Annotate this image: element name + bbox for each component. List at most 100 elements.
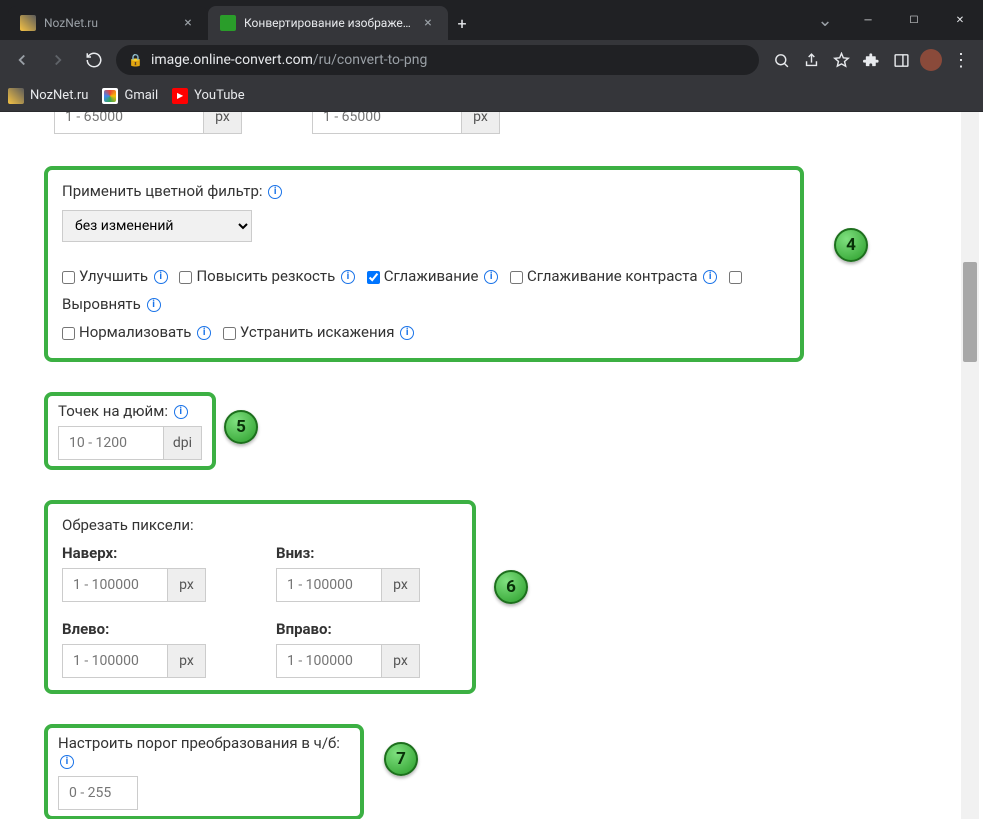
dpi-section: Точек на дюйм: i dpi 5 [44,392,919,470]
dpi-label: Точек на дюйм: i [58,402,202,420]
close-icon[interactable]: × [420,15,436,31]
width-field[interactable] [54,112,204,134]
crop-row-2: Влево: px Вправо: px [62,620,458,678]
unit-label: px [382,644,420,678]
contrast-anti-check[interactable]: Сглаживание контраста i [510,267,717,285]
new-tab-button[interactable]: + [448,6,476,40]
titlebar: NozNet.ru × Конвертирование изображений … [0,0,983,40]
enhance-check[interactable]: Улучшить i [62,267,168,285]
filter-label: Применить цветной фильтр: i [62,182,786,200]
highlight-box-7: Настроить порог преобразования в ч/б: i [44,724,364,819]
info-icon[interactable]: i [147,298,161,312]
crop-left-label: Влево: [62,620,206,638]
tab-title: Конвертирование изображений [244,16,412,30]
threshold-field[interactable] [58,776,138,810]
gmail-icon [102,88,118,104]
tabs: NozNet.ru × Конвертирование изображений … [0,0,805,40]
normalize-check[interactable]: Нормализовать i [62,323,211,341]
dpi-field[interactable] [58,426,164,460]
bookmarks-bar: NozNet.ru Gmail ▶ YouTube [0,80,983,112]
info-icon[interactable]: i [341,270,355,284]
crop-top-field[interactable] [62,568,168,602]
window-controls: ⌄ ─ ☐ ✕ [805,0,983,40]
bookmark-label: NozNet.ru [30,88,88,103]
crop-bottom: Вниз: px [276,544,420,602]
back-button[interactable] [8,46,36,74]
sharpen-check[interactable]: Повысить резкость i [179,267,355,285]
reload-button[interactable] [80,46,108,74]
despeckle-check[interactable]: Устранить искажения i [223,323,414,341]
scroll-area: px px Применить цветной фильтр: i без из… [4,112,959,819]
close-icon[interactable]: × [180,15,196,31]
threshold-label: Настроить порог преобразования в ч/б: i [58,734,350,770]
star-icon[interactable] [827,46,855,74]
unit-label: px [168,644,206,678]
width-input-group: px [54,112,242,136]
bookmark-label: Gmail [124,88,158,103]
height-field[interactable] [312,112,462,134]
scrollbar-thumb[interactable] [963,262,977,362]
address-bar: 🔒 image.online-convert.com/ru/convert-to… [0,40,983,80]
unit-label: px [382,568,420,602]
unit-label: px [168,568,206,602]
info-icon[interactable]: i [268,185,282,199]
omnibox[interactable]: 🔒 image.online-convert.com/ru/convert-to… [116,45,759,75]
crop-label: Обрезать пиксели: [62,516,458,534]
avatar[interactable] [917,46,945,74]
crop-left-field[interactable] [62,644,168,678]
crop-right: Вправо: px [276,620,420,678]
bookmark-icon [8,88,24,104]
color-filter-select[interactable]: без изменений [62,210,252,242]
step-badge-6: 6 [494,570,528,604]
height-input-group: px [312,112,500,136]
step-badge-4: 4 [834,228,868,262]
share-icon[interactable] [797,46,825,74]
antialias-check[interactable]: Сглаживание i [367,267,498,285]
threshold-input-group [58,776,138,810]
crop-top-label: Наверх: [62,544,206,562]
forward-button[interactable] [44,46,72,74]
step-badge-5: 5 [224,410,258,444]
panel-icon[interactable] [887,46,915,74]
tab-noznet[interactable]: NozNet.ru × [8,6,208,40]
info-icon[interactable]: i [703,270,717,284]
maximize-button[interactable]: ☐ [891,0,937,40]
minimize-button[interactable]: ─ [845,0,891,40]
info-icon[interactable]: i [174,405,188,419]
crop-bottom-label: Вниз: [276,544,420,562]
chevron-down-icon[interactable]: ⌄ [805,0,845,40]
dpi-input-group: dpi [58,426,202,460]
highlight-box-5: Точек на дюйм: i dpi [44,392,216,470]
crop-section: Обрезать пиксели: Наверх: px Вниз: px [44,500,919,694]
bookmark-youtube[interactable]: ▶ YouTube [172,88,245,104]
youtube-icon: ▶ [172,88,188,104]
toolbar-icons: ⋮ [767,46,975,74]
crop-right-label: Вправо: [276,620,420,638]
close-window-button[interactable]: ✕ [937,0,983,40]
unit-label: px [204,112,242,134]
crop-right-field[interactable] [276,644,382,678]
threshold-section: Настроить порог преобразования в ч/б: i … [44,724,919,819]
favicon-convert [220,15,236,31]
bookmark-label: YouTube [194,88,245,103]
info-icon[interactable]: i [400,326,414,340]
crop-row-1: Наверх: px Вниз: px [62,544,458,602]
extension-icon[interactable] [857,46,885,74]
menu-icon[interactable]: ⋮ [947,46,975,74]
info-icon[interactable]: i [484,270,498,284]
crop-bottom-field[interactable] [276,568,382,602]
url-text: image.online-convert.com/ru/convert-to-p… [151,52,427,68]
tab-convert[interactable]: Конвертирование изображений × [208,6,448,40]
info-icon[interactable]: i [60,755,74,769]
highlight-box-6: Обрезать пиксели: Наверх: px Вниз: px [44,500,476,694]
content: px px Применить цветной фильтр: i без из… [4,112,959,819]
bookmark-gmail[interactable]: Gmail [102,88,158,104]
info-icon[interactable]: i [197,326,211,340]
vertical-scrollbar[interactable] [961,112,979,819]
search-icon[interactable] [767,46,795,74]
bookmark-noznet[interactable]: NozNet.ru [8,88,88,104]
unit-label: px [462,112,500,134]
info-icon[interactable]: i [154,270,168,284]
color-filter-section: Применить цветной фильтр: i без изменени… [44,166,919,362]
crop-left: Влево: px [62,620,206,678]
